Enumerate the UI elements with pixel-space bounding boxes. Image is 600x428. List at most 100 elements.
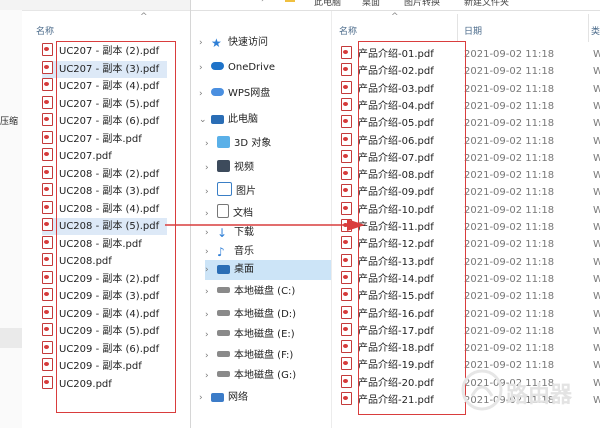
pdf-file-icon bbox=[341, 270, 352, 284]
nav-label: 本地磁盘 (D:) bbox=[234, 309, 297, 320]
pdf-file-icon bbox=[42, 165, 53, 179]
chevron-right-icon: › bbox=[205, 139, 209, 149]
file-type: W bbox=[593, 239, 600, 251]
left-column-header-name[interactable]: 名称 bbox=[36, 24, 54, 37]
nav-item-pictures[interactable]: › 图片 bbox=[205, 182, 256, 202]
left-side-strip bbox=[0, 10, 22, 428]
film-icon bbox=[217, 160, 230, 172]
pdf-file-icon bbox=[341, 374, 352, 388]
pdf-file-icon bbox=[42, 253, 53, 266]
chevron-down-icon: ⌄ bbox=[199, 115, 207, 125]
monitor-icon bbox=[211, 115, 224, 124]
file-type: W bbox=[593, 291, 600, 303]
chevron-right-icon: › bbox=[205, 287, 209, 297]
nav-label: 3D 对象 bbox=[234, 138, 272, 149]
file-type: W bbox=[593, 49, 600, 60]
watermark-text: 路由器 bbox=[506, 383, 573, 408]
file-type: W bbox=[593, 308, 600, 320]
column-divider[interactable] bbox=[457, 14, 458, 42]
drive-icon bbox=[217, 371, 230, 377]
address-bar[interactable]: › 此电脑 桌面 图片转换 新建文件夹 bbox=[191, 0, 600, 11]
column-header-date[interactable]: 日期 bbox=[464, 24, 482, 37]
pdf-file-icon bbox=[42, 235, 53, 249]
pdf-file-icon bbox=[42, 270, 53, 284]
breadcrumb-item[interactable]: 此电脑 bbox=[314, 0, 341, 8]
file-date: 2021-09-02 11:18 bbox=[464, 118, 555, 130]
file-date: 2021-09-02 11:18 bbox=[464, 325, 555, 337]
nav-item-disk-g[interactable]: › 本地磁盘 (G:) bbox=[205, 366, 296, 386]
pdf-file-icon bbox=[42, 200, 53, 214]
nav-item-quick-access[interactable]: › ★ 快速访问 bbox=[199, 33, 268, 53]
nav-item-videos[interactable]: › 视频 bbox=[205, 158, 254, 178]
router-logo-icon bbox=[461, 369, 503, 411]
left-explorer-window: 压缩 ^ 名称 UC207 - 副本 (2).pdf UC207 - 副本 (3)… bbox=[0, 0, 190, 428]
file-type: W bbox=[593, 187, 600, 199]
pdf-file-icon bbox=[42, 288, 53, 301]
nav-item-music[interactable]: › ♪ 音乐 bbox=[205, 242, 254, 262]
chevron-right-icon: › bbox=[205, 330, 209, 340]
desktop-icon bbox=[217, 265, 230, 274]
pdf-file-icon bbox=[341, 80, 352, 94]
nav-item-desktop[interactable]: › 桌面 bbox=[205, 260, 254, 280]
pdf-file-icon bbox=[341, 167, 352, 181]
nav-item-network[interactable]: › 网络 bbox=[199, 388, 248, 408]
nav-label: 视频 bbox=[234, 162, 254, 173]
pdf-file-icon bbox=[341, 288, 352, 302]
left-strip-label: 压缩 bbox=[0, 117, 19, 127]
nav-item-disk-c[interactable]: › 本地磁盘 (C:) bbox=[205, 282, 295, 302]
pdf-file-icon bbox=[42, 305, 53, 319]
folder-icon bbox=[285, 0, 295, 5]
breadcrumb-item[interactable]: 新建文件夹 bbox=[464, 0, 509, 8]
sort-up-icon[interactable]: ^ bbox=[140, 12, 148, 22]
nav-label: WPS网盘 bbox=[228, 88, 271, 99]
nav-item-disk-f[interactable]: › 本地磁盘 (F:) bbox=[205, 346, 293, 366]
file-type: W bbox=[593, 118, 600, 130]
nav-item-onedrive[interactable]: › OneDrive bbox=[199, 58, 275, 78]
nav-item-wps[interactable]: › WPS网盘 bbox=[199, 84, 270, 104]
pdf-file-icon bbox=[42, 183, 53, 196]
cloud-icon bbox=[211, 88, 224, 96]
file-date: 2021-09-02 11:18 bbox=[464, 66, 555, 78]
column-divider[interactable] bbox=[588, 14, 589, 42]
pdf-file-icon bbox=[341, 340, 352, 354]
file-type: W bbox=[593, 83, 600, 95]
file-type: W bbox=[593, 222, 600, 233]
nav-item-disk-e[interactable]: › 本地磁盘 (E:) bbox=[205, 325, 295, 345]
pdf-file-icon bbox=[42, 60, 53, 74]
chevron-right-icon: › bbox=[205, 265, 209, 275]
file-date: 2021-09-02 11:18 bbox=[464, 204, 555, 216]
chevron-right-icon: › bbox=[205, 310, 209, 320]
breadcrumb-item[interactable]: 图片转换 bbox=[404, 0, 440, 8]
cube-icon bbox=[217, 136, 230, 148]
file-type: W bbox=[593, 135, 600, 147]
file-date: 2021-09-02 11:18 bbox=[464, 308, 555, 320]
sort-up-icon[interactable]: ^ bbox=[391, 12, 399, 22]
file-type: W bbox=[593, 325, 600, 337]
red-arrow-icon bbox=[165, 219, 365, 231]
pdf-file-icon bbox=[341, 357, 352, 371]
file-date: 2021-09-02 11:18 bbox=[464, 239, 555, 251]
pdf-file-icon bbox=[42, 130, 53, 144]
pdf-file-icon bbox=[42, 113, 53, 126]
column-header-name[interactable]: 名称 bbox=[339, 24, 357, 37]
nav-label: 本地磁盘 (C:) bbox=[234, 286, 296, 297]
pdf-file-icon bbox=[42, 218, 53, 231]
chevron-right-icon: › bbox=[261, 0, 265, 5]
nav-item-3d-objects[interactable]: › 3D 对象 bbox=[205, 134, 271, 154]
chevron-right-icon: › bbox=[205, 371, 209, 381]
column-header-type[interactable]: 类 bbox=[591, 24, 600, 37]
nav-label: 桌面 bbox=[234, 264, 254, 275]
left-highlight-box bbox=[56, 41, 176, 413]
file-date: 2021-09-02 11:18 bbox=[464, 256, 555, 268]
nav-item-disk-d[interactable]: › 本地磁盘 (D:) bbox=[205, 305, 296, 325]
music-note-icon: ♪ bbox=[217, 245, 225, 259]
chevron-right-icon: › bbox=[199, 393, 203, 403]
star-icon: ★ bbox=[211, 36, 222, 50]
right-highlight-box bbox=[358, 41, 466, 415]
nav-item-this-pc[interactable]: ⌄ 此电脑 bbox=[199, 110, 258, 130]
breadcrumb-item[interactable]: 桌面 bbox=[362, 0, 380, 8]
file-date: 2021-09-02 11:18 bbox=[464, 291, 555, 303]
pdf-file-icon bbox=[341, 236, 352, 250]
cloud-icon bbox=[211, 62, 224, 70]
watermark: 路由器 bbox=[460, 350, 600, 428]
